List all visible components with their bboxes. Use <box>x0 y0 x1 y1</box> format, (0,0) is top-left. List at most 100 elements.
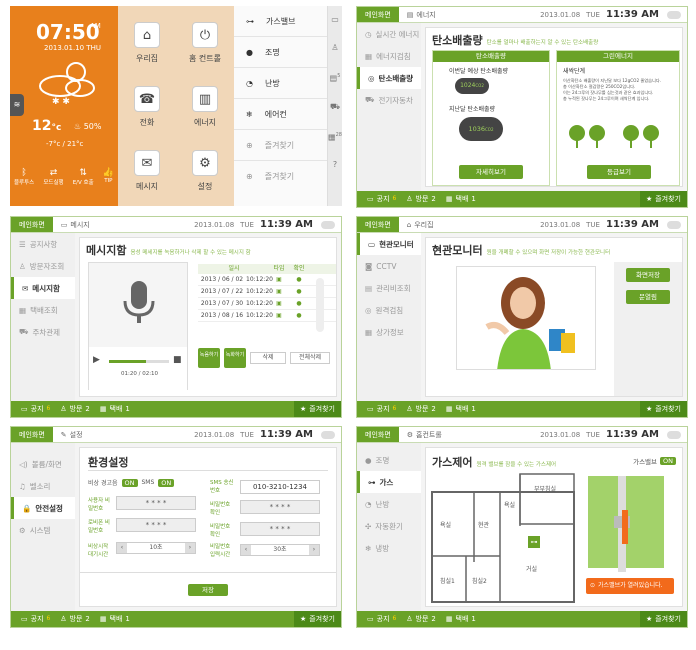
notice-button[interactable]: ▭ 공지 6 <box>367 194 396 204</box>
delete-button[interactable]: 삭제 <box>250 352 286 364</box>
sidebar-item-parking[interactable]: ⛟ 주차관제 <box>11 321 75 343</box>
save-screen-button[interactable]: 화면저장 <box>626 268 670 282</box>
sidebar-item-visitor[interactable]: ♙ 방문자조회 <box>11 255 75 277</box>
home-button[interactable]: 메인화면 <box>11 217 53 232</box>
save-button[interactable]: 저장 <box>188 584 228 596</box>
tile-phone[interactable]: ☎ 전화 <box>122 86 172 128</box>
favorite-button[interactable]: ★ 즐겨찾기 <box>639 611 687 627</box>
sidebar-item-cctv[interactable]: ◙ CCTV <box>357 255 421 277</box>
mode-button[interactable]: ⇄ 모드실행 <box>43 168 63 186</box>
delivery-button[interactable]: ▦ 택배 1 <box>446 614 476 624</box>
tile-energy[interactable]: ▥ 에너지 <box>180 86 230 128</box>
home-button[interactable]: 메인화면 <box>357 427 399 442</box>
visit-button[interactable]: ♙ 방문 2 <box>60 614 90 624</box>
gift-icon[interactable]: ▦28 <box>328 121 342 152</box>
tile-message[interactable]: ✉ 메시지 <box>122 150 172 192</box>
sidebar-item-system[interactable]: ⚙ 시스템 <box>11 519 75 541</box>
sidebar-item-gas[interactable]: ⊶ 가스 <box>357 471 421 493</box>
stop-button[interactable]: ■ <box>173 355 182 365</box>
sidebar-item-ringtone[interactable]: ♫ 벨소리 <box>11 475 75 497</box>
gas-valve-marker[interactable]: ⊶ <box>528 536 540 548</box>
record-audio-button[interactable]: 녹음하기 <box>198 348 220 368</box>
sidebar-item-heating[interactable]: ◔ 난방 <box>357 493 421 515</box>
delete-all-button[interactable]: 전체삭제 <box>290 352 330 364</box>
sms-toggle[interactable]: ON <box>158 478 175 487</box>
pw-confirm-field[interactable]: * * * * <box>240 500 320 514</box>
notice-button[interactable]: ▭ 공지 6 <box>21 404 50 414</box>
visit-button[interactable]: ♙ 방문 2 <box>60 404 90 414</box>
sidebar-item-ventilation[interactable]: ✣ 자동환기 <box>357 515 421 537</box>
car-icon[interactable]: ⛟ <box>328 93 342 121</box>
delivery-button[interactable]: ▦ 택배 1 <box>100 614 130 624</box>
quick-aircon[interactable]: ❄ 에어컨 <box>234 99 327 130</box>
favorite-button[interactable]: ★ 즐겨찾기 <box>293 611 341 627</box>
open-door-button[interactable]: 문열림 <box>626 290 670 304</box>
delivery-button[interactable]: ▦ 택배 1 <box>100 404 130 414</box>
elevator-button[interactable]: ⇅ E/V 호출 <box>73 168 94 186</box>
sidebar-item-volume[interactable]: ◁) 볼륨/화면 <box>11 453 75 475</box>
lobby-pw-field[interactable]: * * * * <box>116 518 196 532</box>
wifi-toggle[interactable] <box>667 10 681 19</box>
quick-heating[interactable]: ◔ 난방 <box>234 68 327 99</box>
record-video-button[interactable]: 녹화하기 <box>224 348 246 368</box>
wait-stepper[interactable]: ‹ 10초 › <box>116 542 196 554</box>
sidebar-item-shop[interactable]: ▦ 상가정보 <box>357 321 421 343</box>
scrollbar[interactable] <box>316 278 324 332</box>
check-icon[interactable]: ● <box>288 298 310 309</box>
bluetooth-button[interactable]: ᛒ 블루투스 <box>14 168 34 186</box>
delivery-button[interactable]: ▦ 택배 1 <box>446 194 476 204</box>
sidebar-item-delivery[interactable]: ▦ 택배조회 <box>11 299 75 321</box>
decrease-button[interactable]: ‹ <box>117 543 127 553</box>
sidebar-item-meter[interactable]: ◎ 원격검침 <box>357 299 421 321</box>
sidebar-item-cooling[interactable]: ❄ 냉방 <box>357 537 421 559</box>
phone-field[interactable]: 010-3210-1234 <box>240 480 320 494</box>
wifi-icon[interactable]: ≋ <box>10 94 24 116</box>
sidebar-item-light[interactable]: ● 조명 <box>357 449 421 471</box>
detail-button[interactable]: 자세히보기 <box>459 165 523 179</box>
sidebar-item-meter[interactable]: ▦ 에너지검침 <box>357 45 421 67</box>
progress-track[interactable] <box>109 360 169 363</box>
tile-home-control[interactable]: ⏻ 홈 컨트롤 <box>180 22 230 64</box>
home-button[interactable]: 메인화면 <box>11 427 53 442</box>
input-time-stepper[interactable]: ‹ 30초 › <box>240 544 320 556</box>
sidebar-item-message[interactable]: ✉ 메시지함 <box>11 277 75 299</box>
visit-button[interactable]: ♙ 방문 2 <box>406 404 436 414</box>
home-button[interactable]: 메인화면 <box>357 217 399 232</box>
quick-favorite-2[interactable]: ⊕ 즐겨찾기 <box>234 161 327 192</box>
visit-button[interactable]: ♙ 방문 2 <box>406 194 436 204</box>
chat-icon[interactable]: ▭ <box>328 6 342 34</box>
check-icon[interactable]: ● <box>288 286 310 297</box>
check-icon[interactable]: ● <box>288 274 310 285</box>
wifi-toggle[interactable] <box>667 220 681 229</box>
valve-toggle[interactable]: ON <box>660 457 676 465</box>
notice-button[interactable]: ▭ 공지 6 <box>367 614 396 624</box>
check-icon[interactable]: ● <box>288 310 310 321</box>
grade-button[interactable]: 등급보기 <box>587 165 651 179</box>
notice-button[interactable]: ▭ 공지 6 <box>21 614 50 624</box>
delivery-button[interactable]: ▦ 택배 1 <box>446 404 476 414</box>
user-pw-field[interactable]: * * * * <box>116 496 196 510</box>
sidebar-item-ev[interactable]: ⛟ 전기자동차 <box>357 89 421 111</box>
favorite-button[interactable]: ★ 즐겨찾기 <box>639 401 687 417</box>
sidebar-item-safety[interactable]: 🔒 안전설정 <box>11 497 75 519</box>
visitor-icon[interactable]: ♙ <box>328 34 342 62</box>
increase-button[interactable]: › <box>185 543 195 553</box>
sidebar-item-carbon[interactable]: ◎ 탄소배출량 <box>357 67 421 89</box>
memo-icon[interactable]: ▤5 <box>328 62 342 93</box>
pw-confirm2-field[interactable]: * * * * <box>240 522 320 536</box>
decrease-button[interactable]: ‹ <box>241 545 251 555</box>
wifi-toggle[interactable] <box>321 430 335 439</box>
tile-settings[interactable]: ⚙ 설정 <box>180 150 230 192</box>
favorite-button[interactable]: ★ 즐겨찾기 <box>639 191 687 207</box>
quick-gas-valve[interactable]: ⊶ 가스밸브 <box>234 6 327 37</box>
sidebar-item-door-monitor[interactable]: ▭ 현관모니터 <box>357 233 421 255</box>
sidebar-item-realtime[interactable]: ◷ 실시간 에너지 <box>357 23 421 45</box>
favorite-button[interactable]: ★ 즐겨찾기 <box>293 401 341 417</box>
increase-button[interactable]: › <box>309 545 319 555</box>
wifi-toggle[interactable] <box>667 430 681 439</box>
visit-button[interactable]: ♙ 방문 2 <box>406 614 436 624</box>
tip-button[interactable]: 👍 TIP <box>103 168 114 186</box>
help-icon[interactable]: ? <box>328 151 342 179</box>
alarm-toggle[interactable]: ON <box>121 478 138 487</box>
home-button[interactable]: 메인화면 <box>357 7 399 22</box>
